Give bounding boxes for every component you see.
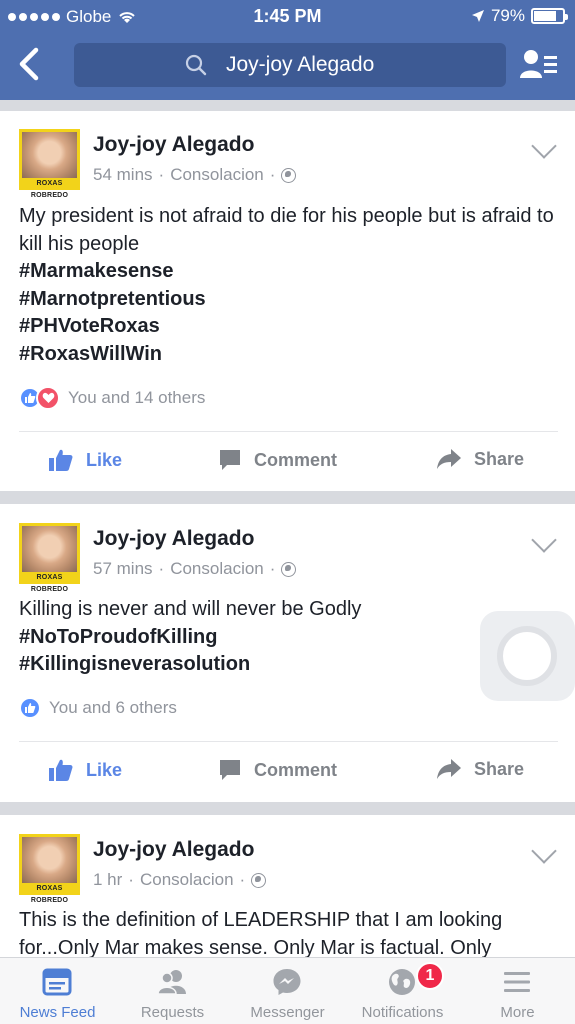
comment-icon xyxy=(220,450,240,470)
post-time[interactable]: 57 mins xyxy=(93,559,153,579)
post-location[interactable]: Consolacion xyxy=(170,559,264,579)
battery-percent: 79% xyxy=(490,6,525,25)
tab-news-feed[interactable]: News Feed xyxy=(0,958,115,1024)
profile-photo xyxy=(22,837,77,883)
hashtag-link[interactable]: #NoToProudofKilling xyxy=(19,624,555,652)
like-button[interactable]: Like xyxy=(48,448,122,472)
status-bar: Globe 1:45 PM 79% xyxy=(0,0,575,34)
reaction-summary[interactable]: You and 14 others xyxy=(19,386,205,410)
reaction-count: You and 6 others xyxy=(49,698,177,717)
avatar[interactable]: ROXAS ROBREDO xyxy=(19,129,80,199)
post-author[interactable]: Joy-joy Alegado xyxy=(93,838,254,862)
avatar[interactable]: ROXAS ROBREDO xyxy=(19,523,80,593)
facebook-app: Globe 1:45 PM 79% Joy-joy Alegado ROXAS … xyxy=(0,0,575,1024)
top-bar: Globe 1:45 PM 79% Joy-joy Alegado xyxy=(0,0,575,100)
post-author[interactable]: Joy-joy Alegado xyxy=(93,527,254,551)
post-meta: 57 mins · Consolacion · xyxy=(93,559,297,579)
hashtag-link[interactable]: #PHVoteRoxas xyxy=(19,313,555,341)
tab-requests[interactable]: Requests xyxy=(115,958,230,1024)
assistive-touch-button[interactable] xyxy=(480,611,575,701)
post-text: This is the definition of LEADERSHIP tha… xyxy=(19,907,555,957)
post-text: Killing is never and will never be Godly… xyxy=(19,596,555,679)
share-button[interactable]: Share xyxy=(436,758,524,780)
post-time[interactable]: 54 mins xyxy=(93,165,153,185)
post-time[interactable]: 1 hr xyxy=(93,870,122,890)
hashtag-link[interactable]: #Marmakesense xyxy=(19,258,555,286)
hashtag-link[interactable]: #RoxasWillWin xyxy=(19,341,555,369)
battery-fill xyxy=(534,11,557,21)
chevron-down-icon[interactable] xyxy=(531,133,557,159)
menu-icon xyxy=(504,972,530,992)
love-reaction-icon xyxy=(36,386,60,410)
chevron-down-icon[interactable] xyxy=(531,838,557,864)
post-actions: Like Comment Share xyxy=(0,448,575,488)
share-arrow-icon xyxy=(437,759,461,779)
comment-button[interactable]: Comment xyxy=(218,758,337,782)
profile-photo xyxy=(22,132,77,178)
thumbs-up-icon xyxy=(49,449,73,471)
post-actions: Like Comment Share xyxy=(0,758,575,798)
requests-icon xyxy=(157,970,186,995)
friends-list-icon[interactable] xyxy=(519,48,559,84)
public-globe-icon xyxy=(281,561,297,577)
post-card: ROXAS ROBREDO Joy-joy Alegado 54 mins · … xyxy=(0,111,575,491)
thumbs-up-icon xyxy=(49,759,73,781)
post-author[interactable]: Joy-joy Alegado xyxy=(93,133,254,157)
hashtag-link[interactable]: #Killingisneverasolution xyxy=(19,651,555,679)
post-text: My president is not afraid to die for hi… xyxy=(19,203,555,368)
reaction-summary[interactable]: You and 6 others xyxy=(19,697,177,719)
tab-bar: News Feed Requests Messenger Notificatio… xyxy=(0,957,575,1024)
comment-icon xyxy=(220,760,240,780)
share-arrow-icon xyxy=(437,449,461,469)
post-meta: 1 hr · Consolacion · xyxy=(93,870,267,890)
divider xyxy=(19,741,558,742)
battery-icon xyxy=(531,8,568,24)
globe-icon xyxy=(389,969,415,995)
reaction-count: You and 14 others xyxy=(68,388,206,407)
search-query: Joy-joy Alegado xyxy=(226,53,375,76)
hashtag-link[interactable]: #Marnotpretentious xyxy=(19,286,555,314)
share-button[interactable]: Share xyxy=(436,448,524,470)
public-globe-icon xyxy=(251,872,267,888)
tab-messenger[interactable]: Messenger xyxy=(230,958,345,1024)
tab-more[interactable]: More xyxy=(460,958,575,1024)
post-body: This is the definition of LEADERSHIP tha… xyxy=(19,909,503,957)
news-feed-icon xyxy=(42,968,72,996)
tab-notifications[interactable]: Notifications xyxy=(345,958,460,1024)
like-reaction-icon xyxy=(19,697,41,719)
chevron-left-icon xyxy=(19,47,39,81)
messenger-icon xyxy=(273,969,301,995)
notification-badge: 1 xyxy=(416,962,444,990)
post-location[interactable]: Consolacion xyxy=(140,870,234,890)
post-meta: 54 mins · Consolacion · xyxy=(93,165,297,185)
post-location[interactable]: Consolacion xyxy=(170,165,264,185)
search-icon xyxy=(185,54,207,76)
comment-button[interactable]: Comment xyxy=(218,448,337,472)
divider xyxy=(19,431,558,432)
post-card: ROXAS ROBREDO Joy-joy Alegado 1 hr · Con… xyxy=(0,815,575,957)
back-button[interactable] xyxy=(14,44,54,88)
profile-photo xyxy=(22,526,77,572)
avatar[interactable]: ROXAS ROBREDO xyxy=(19,834,80,904)
like-button[interactable]: Like xyxy=(48,758,122,782)
post-body: My president is not afraid to die for hi… xyxy=(19,205,554,255)
post-body: Killing is never and will never be Godly xyxy=(19,598,362,620)
search-input[interactable]: Joy-joy Alegado xyxy=(74,43,506,87)
public-globe-icon xyxy=(281,167,297,183)
location-arrow-icon xyxy=(471,10,484,22)
chevron-down-icon[interactable] xyxy=(531,527,557,553)
